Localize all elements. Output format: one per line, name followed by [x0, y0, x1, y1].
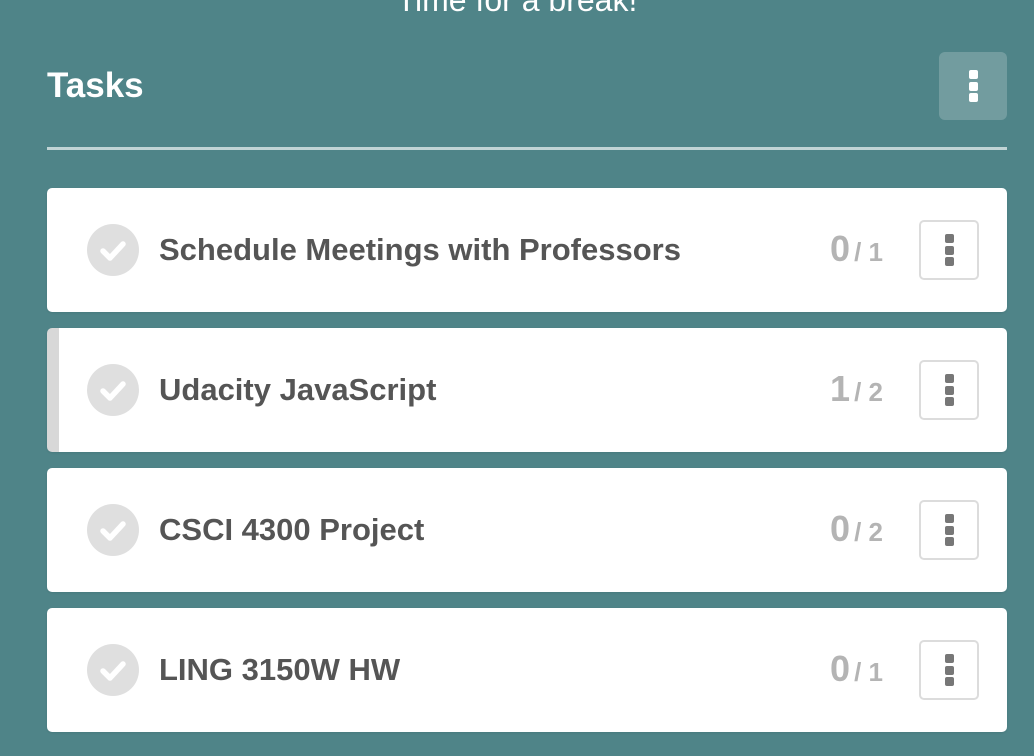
task-item[interactable]: Schedule Meetings with Professors 0/ 1: [47, 188, 1007, 312]
task-item[interactable]: LING 3150W HW 0/ 1: [47, 608, 1007, 732]
task-count-total: / 2: [854, 517, 883, 547]
header-divider: [47, 147, 1007, 150]
checkmark-icon: [100, 661, 126, 681]
kebab-icon: [921, 362, 977, 418]
task-count-done: 0: [830, 648, 851, 689]
task-title: Schedule Meetings with Professors: [159, 232, 681, 267]
kebab-icon: [921, 642, 977, 698]
kebab-icon: [921, 502, 977, 558]
task-complete-button[interactable]: [87, 504, 139, 556]
task-count-total: / 1: [854, 237, 883, 267]
kebab-icon: [921, 222, 977, 278]
task-pomodoro-count: 0/ 1: [830, 229, 883, 277]
task-menu-button[interactable]: [919, 220, 979, 280]
task-menu-button[interactable]: [919, 640, 979, 700]
task-menu-button[interactable]: [919, 500, 979, 560]
task-pomodoro-count: 0/ 2: [830, 509, 883, 557]
kebab-icon: [939, 52, 1007, 120]
task-count-done: 0: [830, 508, 851, 549]
task-title: LING 3150W HW: [159, 652, 401, 687]
task-count-done: 0: [830, 228, 851, 269]
task-item[interactable]: CSCI 4300 Project 0/ 2: [47, 468, 1007, 592]
task-complete-button[interactable]: [87, 224, 139, 276]
task-item[interactable]: Udacity JavaScript 1/ 2: [47, 328, 1007, 452]
task-list: Schedule Meetings with Professors 0/ 1 U…: [47, 188, 1007, 748]
checkmark-icon: [100, 381, 126, 401]
task-title: Udacity JavaScript: [159, 372, 437, 407]
tasks-header: Tasks: [47, 52, 1007, 120]
task-count-total: / 1: [854, 657, 883, 687]
task-count-total: / 2: [854, 377, 883, 407]
checkmark-icon: [100, 521, 126, 541]
task-complete-button[interactable]: [87, 644, 139, 696]
break-message: Time for a break!: [396, 0, 638, 18]
tasks-menu-button[interactable]: [939, 52, 1007, 120]
task-menu-button[interactable]: [919, 360, 979, 420]
task-pomodoro-count: 0/ 1: [830, 649, 883, 697]
tasks-title: Tasks: [47, 66, 144, 105]
task-pomodoro-count: 1/ 2: [830, 369, 883, 417]
task-complete-button[interactable]: [87, 364, 139, 416]
checkmark-icon: [100, 241, 126, 261]
task-count-done: 1: [830, 368, 851, 409]
task-title: CSCI 4300 Project: [159, 512, 425, 547]
